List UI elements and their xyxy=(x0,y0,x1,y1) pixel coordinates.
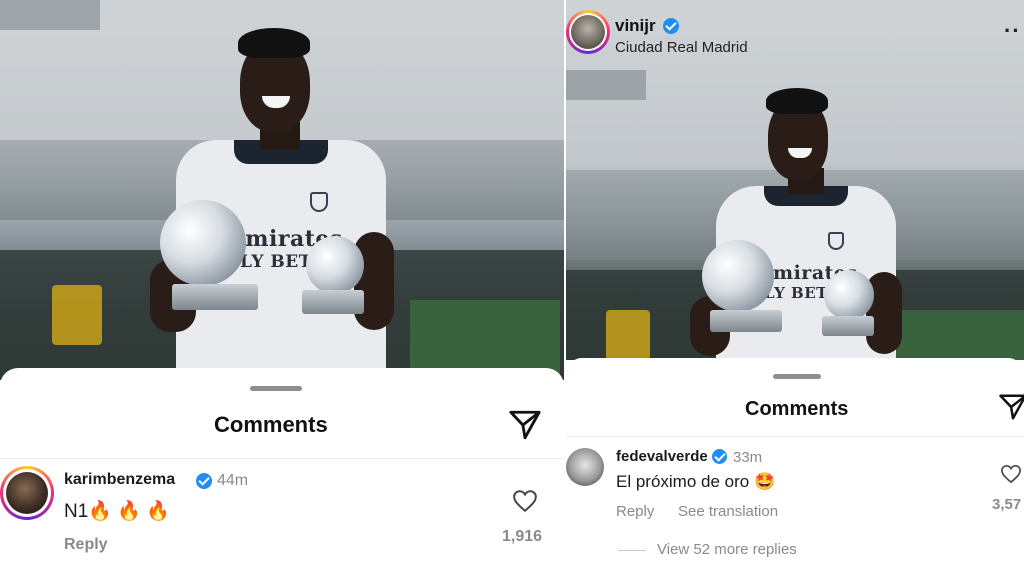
trophy-base-large xyxy=(710,310,782,332)
trophy-base-large xyxy=(172,284,258,310)
verified-icon xyxy=(663,18,679,34)
comment-time: 44m xyxy=(217,472,249,489)
comment-username[interactable]: karimbenzema xyxy=(64,471,175,489)
view-replies-link[interactable]: View 52 more replies xyxy=(657,541,797,558)
background-awning xyxy=(566,70,646,100)
comments-sheet: Comments karimbenzema 44m N1🔥 🔥 🔥 Reply … xyxy=(0,368,564,576)
background-awning xyxy=(0,0,100,30)
like-count: 3,57 xyxy=(992,496,1022,513)
trophy-base-small xyxy=(822,316,874,336)
header-location[interactable]: Ciudad Real Madrid xyxy=(615,39,748,56)
sheet-title: Comments xyxy=(214,412,328,437)
more-icon[interactable]: ·· xyxy=(1004,18,1021,44)
left-screenshot: Emirates LY BETTER Comments karimbenzema… xyxy=(0,0,564,576)
background-yellow-seat xyxy=(606,310,650,360)
sheet-divider xyxy=(0,458,564,459)
see-translation-link[interactable]: See translation xyxy=(678,503,778,520)
background-foliage xyxy=(896,310,1024,360)
reply-button[interactable]: Reply xyxy=(64,536,108,554)
comment-text: El próximo de oro 🤩 xyxy=(616,472,776,491)
reply-button[interactable]: Reply xyxy=(616,503,654,520)
like-count: 1,916 xyxy=(502,528,543,545)
comment-time: 33m xyxy=(733,449,763,466)
grabber-handle[interactable] xyxy=(773,374,821,379)
comments-sheet: Comments fedevalverde 33m El próximo de … xyxy=(566,358,1024,576)
replies-line xyxy=(618,550,646,551)
post-header: vinijr Ciudad Real Madrid ·· xyxy=(566,0,1024,70)
heart-icon[interactable] xyxy=(1000,464,1022,484)
header-avatar[interactable] xyxy=(571,15,605,49)
trophy-base-small xyxy=(302,290,364,314)
trophy-ball-large xyxy=(160,200,246,286)
sheet-title: Comments xyxy=(745,398,849,420)
player-hair xyxy=(766,88,828,114)
right-screenshot: Emirates LY BETTER vinijr Ciudad Real Ma… xyxy=(566,0,1024,576)
trophy-ball-large xyxy=(702,240,774,312)
club-crest-icon xyxy=(310,192,328,212)
comment-username[interactable]: fedevalverde xyxy=(616,448,708,465)
avatar[interactable] xyxy=(6,472,48,514)
club-crest-icon xyxy=(828,232,844,250)
grabber-handle[interactable] xyxy=(250,386,302,391)
sheet-divider xyxy=(566,436,1024,437)
share-icon[interactable] xyxy=(508,408,542,442)
header-username[interactable]: vinijr xyxy=(615,16,656,36)
post-photo[interactable]: Emirates LY BETTER xyxy=(0,0,564,380)
player-hair xyxy=(238,28,310,58)
comment-text: N1🔥 🔥 🔥 xyxy=(64,501,170,522)
share-icon[interactable] xyxy=(998,392,1024,422)
heart-icon[interactable] xyxy=(512,489,538,513)
verified-icon xyxy=(196,473,212,489)
avatar[interactable] xyxy=(566,448,604,486)
trophy-ball-small xyxy=(306,236,364,294)
player-right-arm xyxy=(354,232,394,330)
trophy-ball-small xyxy=(824,270,874,320)
verified-icon xyxy=(712,449,727,464)
background-yellow-seat xyxy=(52,285,102,345)
